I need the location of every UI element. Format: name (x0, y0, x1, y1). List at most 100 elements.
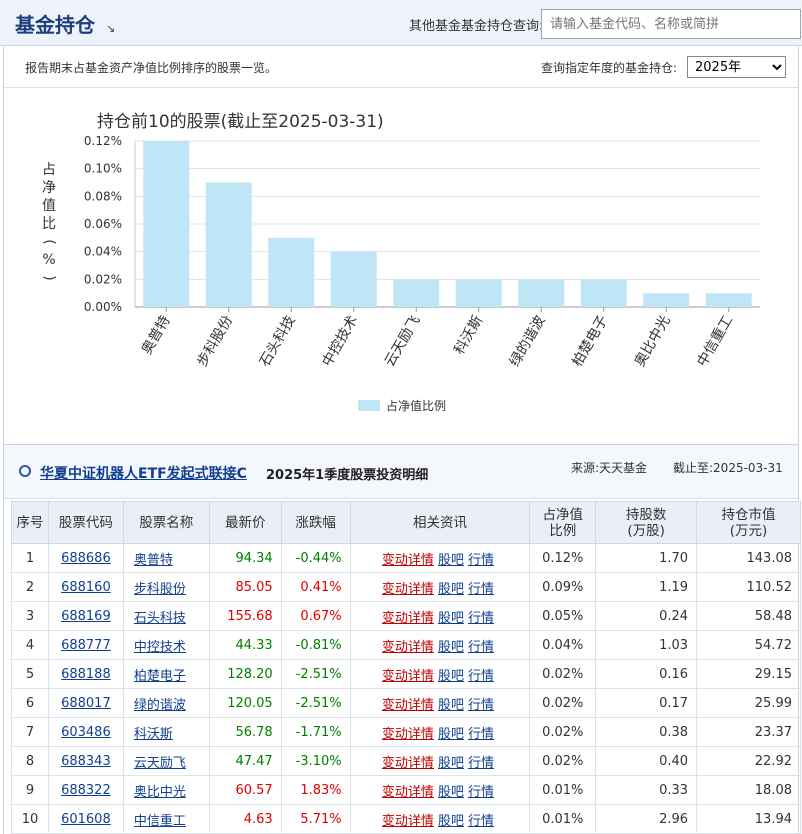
change-detail-link[interactable]: 变动详情 (382, 553, 434, 568)
fund-search-input[interactable] (541, 9, 801, 39)
stock-code-link[interactable]: 688343 (61, 754, 111, 769)
stock-name-cell[interactable]: 奥普特 (122, 543, 210, 573)
stock-name-link[interactable]: 石头科技 (134, 611, 186, 626)
price-change: 1.83% (280, 775, 351, 805)
quote-link[interactable]: 行情 (468, 814, 494, 829)
stock-name-link[interactable]: 科沃斯 (134, 727, 173, 742)
stock-code-link[interactable]: 688322 (61, 783, 111, 798)
stock-code-cell[interactable]: 603486 (47, 717, 124, 747)
shares-held-text: 1.70 (659, 550, 689, 566)
row-number-text: 3 (25, 608, 35, 624)
quote-link[interactable]: 行情 (468, 727, 494, 742)
stock-forum-link[interactable]: 股吧 (438, 727, 464, 742)
y-tick-label: 0.10% (84, 162, 122, 176)
market-value-text: 25.99 (754, 695, 792, 711)
stock-code-cell[interactable]: 688188 (47, 659, 124, 689)
change-detail-link[interactable]: 变动详情 (382, 669, 434, 684)
expand-arrow-icon[interactable]: ↘ (106, 22, 115, 35)
stock-name-cell[interactable]: 中信重工 (122, 804, 210, 834)
shares-held: 0.40 (595, 746, 698, 776)
quote-link[interactable]: 行情 (468, 553, 494, 568)
x-tick-label: 石头科技 (257, 313, 299, 369)
net-value-ratio: 0.02% (529, 717, 597, 747)
latest-price: 56.78 (208, 717, 282, 747)
change-detail-link[interactable]: 变动详情 (382, 727, 434, 742)
stock-forum-link[interactable]: 股吧 (438, 611, 464, 626)
stock-code-link[interactable]: 603486 (61, 725, 111, 740)
y-axis-label-char: 净 (42, 180, 56, 196)
stock-name-cell[interactable]: 柏楚电子 (122, 659, 210, 689)
stock-code-cell[interactable]: 688017 (47, 688, 124, 718)
quote-link[interactable]: 行情 (468, 582, 494, 597)
stock-code-cell[interactable]: 688169 (47, 601, 124, 631)
stock-forum-link[interactable]: 股吧 (438, 756, 464, 771)
stock-code-cell[interactable]: 688777 (47, 630, 124, 660)
stock-forum-link[interactable]: 股吧 (438, 553, 464, 568)
stock-forum-link[interactable]: 股吧 (438, 640, 464, 655)
stock-name-link[interactable]: 云天励飞 (134, 756, 186, 771)
price-change-text: -2.51% (295, 666, 342, 682)
stock-code-cell[interactable]: 688322 (47, 775, 124, 805)
y-axis-label-char: ( (41, 239, 57, 244)
shares-held-text: 1.03 (659, 637, 689, 653)
change-detail-link[interactable]: 变动详情 (382, 814, 434, 829)
stock-code-link[interactable]: 688777 (61, 638, 111, 653)
stock-name-cell[interactable]: 石头科技 (122, 601, 210, 631)
fund-name-link[interactable]: 华夏中证机器人ETF发起式联接C (40, 463, 247, 483)
change-detail-link[interactable]: 变动详情 (382, 611, 434, 626)
change-detail-link[interactable]: 变动详情 (382, 582, 434, 597)
stock-code-link[interactable]: 601608 (61, 812, 111, 827)
y-tick-label: 0.08% (84, 189, 122, 203)
stock-code-cell[interactable]: 688343 (47, 746, 124, 776)
change-detail-link[interactable]: 变动详情 (382, 640, 434, 655)
stock-name-cell[interactable]: 奥比中光 (122, 775, 210, 805)
as-of-date: 截止至:2025-03-31 (673, 461, 783, 475)
related-info-cell: 变动详情 股吧 行情 (349, 543, 531, 573)
row-number-text: 2 (25, 579, 35, 595)
stock-code-link[interactable]: 688017 (61, 696, 111, 711)
legend-label: 占净值比例 (386, 398, 446, 413)
market-value-text: 22.92 (754, 753, 792, 769)
shares-held: 0.33 (595, 775, 698, 805)
stock-name-cell[interactable]: 科沃斯 (122, 717, 210, 747)
stock-name-link[interactable]: 奥比中光 (134, 785, 186, 800)
stock-code-link[interactable]: 688188 (61, 667, 111, 682)
quote-link[interactable]: 行情 (468, 611, 494, 626)
quote-link[interactable]: 行情 (468, 698, 494, 713)
stock-forum-link[interactable]: 股吧 (438, 698, 464, 713)
table-row: 8 688343 云天励飞 47.47 -3.10% 变动详情 股吧 行情 0.02% 0.40 2… (11, 746, 801, 776)
row-number: 6 (11, 688, 49, 718)
stock-forum-link[interactable]: 股吧 (438, 785, 464, 800)
stock-name-link[interactable]: 绿的谐波 (134, 698, 186, 713)
change-detail-link[interactable]: 变动详情 (382, 785, 434, 800)
stock-name-link[interactable]: 柏楚电子 (134, 669, 186, 684)
table-row: 9 688322 奥比中光 60.57 1.83% 变动详情 股吧 行情 0.01% 0.33 18… (11, 775, 801, 805)
stock-code-link[interactable]: 688160 (61, 580, 111, 595)
stock-code-link[interactable]: 688686 (61, 551, 111, 566)
shares-held-text: 0.24 (659, 608, 689, 624)
stock-code-link[interactable]: 688169 (61, 609, 111, 624)
change-detail-link[interactable]: 变动详情 (382, 698, 434, 713)
stock-name-cell[interactable]: 绿的谐波 (122, 688, 210, 718)
stock-code-cell[interactable]: 688160 (47, 572, 124, 602)
stock-forum-link[interactable]: 股吧 (438, 582, 464, 597)
quote-link[interactable]: 行情 (468, 785, 494, 800)
row-number: 7 (11, 717, 49, 747)
stock-code-cell[interactable]: 688686 (47, 543, 124, 573)
quote-link[interactable]: 行情 (468, 669, 494, 684)
stock-forum-link[interactable]: 股吧 (438, 669, 464, 684)
stock-name-link[interactable]: 奥普特 (134, 553, 173, 568)
stock-name-cell[interactable]: 云天励飞 (122, 746, 210, 776)
stock-name-link[interactable]: 中控技术 (134, 640, 186, 655)
latest-price-text: 128.20 (227, 666, 273, 682)
stock-name-link[interactable]: 中信重工 (134, 814, 186, 829)
change-detail-link[interactable]: 变动详情 (382, 756, 434, 771)
stock-name-link[interactable]: 步科股份 (134, 582, 186, 597)
stock-name-cell[interactable]: 步科股份 (122, 572, 210, 602)
quote-link[interactable]: 行情 (468, 640, 494, 655)
quote-link[interactable]: 行情 (468, 756, 494, 771)
stock-name-cell[interactable]: 中控技术 (122, 630, 210, 660)
stock-code-cell[interactable]: 601608 (47, 804, 124, 834)
stock-forum-link[interactable]: 股吧 (438, 814, 464, 829)
row-number: 4 (11, 630, 49, 660)
